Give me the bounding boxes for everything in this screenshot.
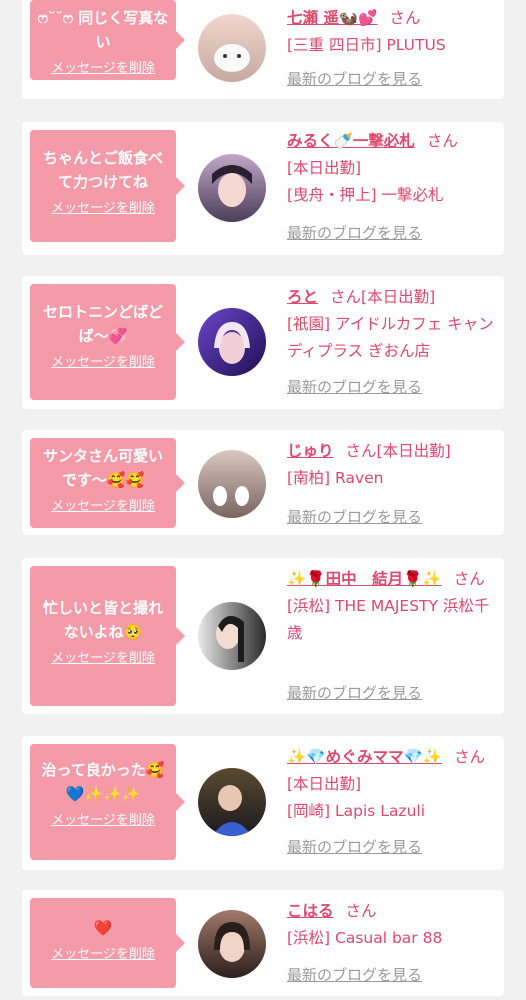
avatar[interactable] <box>198 768 266 836</box>
delete-message-link[interactable]: メッセージを削除 <box>51 650 155 668</box>
delete-message-link[interactable]: メッセージを削除 <box>51 498 155 516</box>
cast-detail: [曳舟・押上] 一撃必札 <box>287 186 444 204</box>
cast-detail: [南柏] Raven <box>287 469 384 487</box>
cast-detail: [本日出勤] <box>287 159 362 177</box>
latest-blog-link[interactable]: 最新のブログを見る <box>287 506 422 527</box>
latest-blog-link[interactable]: 最新のブログを見る <box>287 964 422 985</box>
cast-detail: [本日出勤] <box>287 775 362 793</box>
message-text: サンタさん可愛いです〜🥰🥰 <box>42 447 163 489</box>
cast-name-link[interactable]: みるく🍼一撃必札 <box>287 132 415 150</box>
cast-name-link[interactable]: ✨💎めぐみママ💎✨ <box>287 748 442 766</box>
message-card: ちゃんとご飯食べて力つけてね メッセージを削除 みるく🍼一撃必札 さん [本日出勤… <box>22 122 504 255</box>
message-text: ちゃんとご飯食べて力つけてね <box>42 149 163 191</box>
avatar[interactable] <box>198 910 266 978</box>
cast-name-link[interactable]: じゅり <box>287 442 334 460</box>
message-bubble: サンタさん可愛いです〜🥰🥰 メッセージを削除 <box>30 438 185 528</box>
cast-name-link[interactable]: ろと <box>287 288 318 306</box>
cast-info: ✨💎めぐみママ💎✨ さん [本日出勤] [岡崎] Lapis Lazuli <box>287 744 499 825</box>
message-text: 忙しいと皆と撮れないよね🥺 <box>42 599 163 641</box>
cast-info: ろと さん[本日出勤] [祇園] アイドルカフェ キャンディプラス ぎおん店 <box>287 284 499 365</box>
delete-message-link[interactable]: メッセージを削除 <box>51 812 155 830</box>
cast-detail: [浜松] THE MAJESTY 浜松千歳 <box>287 597 490 642</box>
honorific: さん <box>345 902 377 920</box>
honorific: さん <box>345 442 377 460</box>
cast-info: 七瀬 遥🦦💕 さん [三重 四日市] PLUTUS <box>287 5 499 59</box>
cast-info: じゅり さん[本日出勤] [南柏] Raven <box>287 438 499 492</box>
cast-detail: [祇園] アイドルカフェ キャンディプラス ぎおん店 <box>287 315 494 360</box>
message-card: ෆ˘˘ෆ 同じく写真ない メッセージを削除 七瀬 遥🦦💕 さん [三重 四日市] … <box>22 0 504 99</box>
cast-name-link[interactable]: ✨🌹田中 結月🌹✨ <box>287 570 442 588</box>
latest-blog-link[interactable]: 最新のブログを見る <box>287 68 422 89</box>
message-bubble: セロトニンどばどば〜💞 メッセージを削除 <box>30 284 185 400</box>
message-card: サンタさん可愛いです〜🥰🥰 メッセージを削除 じゅり さん[本日出勤] [南柏] … <box>22 430 504 535</box>
avatar[interactable] <box>198 154 266 222</box>
latest-blog-link[interactable]: 最新のブログを見る <box>287 836 422 857</box>
honorific: さん <box>330 288 362 306</box>
cast-info: こはる さん [浜松] Casual bar 88 <box>287 898 499 952</box>
honorific: さん <box>389 9 421 27</box>
message-bubble: 忙しいと皆と撮れないよね🥺 メッセージを削除 <box>30 566 185 706</box>
honorific: さん <box>426 132 458 150</box>
delete-message-link[interactable]: メッセージを削除 <box>51 60 155 78</box>
message-text: セロトニンどばどば〜💞 <box>42 303 163 345</box>
cast-info: ✨🌹田中 結月🌹✨ さん [浜松] THE MAJESTY 浜松千歳 <box>287 566 499 647</box>
message-card: 忙しいと皆と撮れないよね🥺 メッセージを削除 ✨🌹田中 結月🌹✨ さん [浜松] … <box>22 558 504 714</box>
cast-detail: [三重 四日市] PLUTUS <box>287 36 446 54</box>
latest-blog-link[interactable]: 最新のブログを見る <box>287 222 422 243</box>
message-bubble: 治って良かった🥰💙✨✨✨ メッセージを削除 <box>30 744 185 860</box>
cast-name-link[interactable]: こはる <box>287 902 334 920</box>
honorific: さん <box>454 748 486 766</box>
delete-message-link[interactable]: メッセージを削除 <box>51 354 155 372</box>
avatar[interactable] <box>198 450 266 518</box>
message-bubble: ちゃんとご飯食べて力つけてね メッセージを削除 <box>30 130 185 242</box>
message-bubble: ❤️ メッセージを削除 <box>30 898 185 988</box>
cast-detail: [本日出勤] <box>361 288 436 306</box>
cast-detail: [本日出勤] <box>376 442 451 460</box>
message-card: ❤️ メッセージを削除 こはる さん [浜松] Casual bar 88 最新の… <box>22 890 504 996</box>
message-text: ❤️ <box>93 919 113 937</box>
delete-message-link[interactable]: メッセージを削除 <box>51 946 155 964</box>
delete-message-link[interactable]: メッセージを削除 <box>51 200 155 218</box>
avatar[interactable] <box>198 14 266 82</box>
message-card: セロトニンどばどば〜💞 メッセージを削除 ろと さん[本日出勤] [祇園] アイド… <box>22 276 504 409</box>
cast-detail: [岡崎] Lapis Lazuli <box>287 802 426 820</box>
avatar[interactable] <box>198 602 266 670</box>
message-text: 治って良かった🥰💙✨✨✨ <box>41 761 165 803</box>
cast-name-link[interactable]: 七瀬 遥🦦💕 <box>287 9 378 27</box>
message-card: 治って良かった🥰💙✨✨✨ メッセージを削除 ✨💎めぐみママ💎✨ さん [本日出勤] … <box>22 736 504 870</box>
latest-blog-link[interactable]: 最新のブログを見る <box>287 682 422 703</box>
cast-detail: [浜松] Casual bar 88 <box>287 929 443 947</box>
cast-info: みるく🍼一撃必札 さん [本日出勤] [曳舟・押上] 一撃必札 <box>287 128 499 209</box>
message-bubble: ෆ˘˘ෆ 同じく写真ない メッセージを削除 <box>30 0 185 80</box>
message-text: ෆ˘˘ෆ 同じく写真ない <box>37 9 169 51</box>
avatar[interactable] <box>198 308 266 376</box>
honorific: さん <box>453 570 485 588</box>
latest-blog-link[interactable]: 最新のブログを見る <box>287 376 422 397</box>
